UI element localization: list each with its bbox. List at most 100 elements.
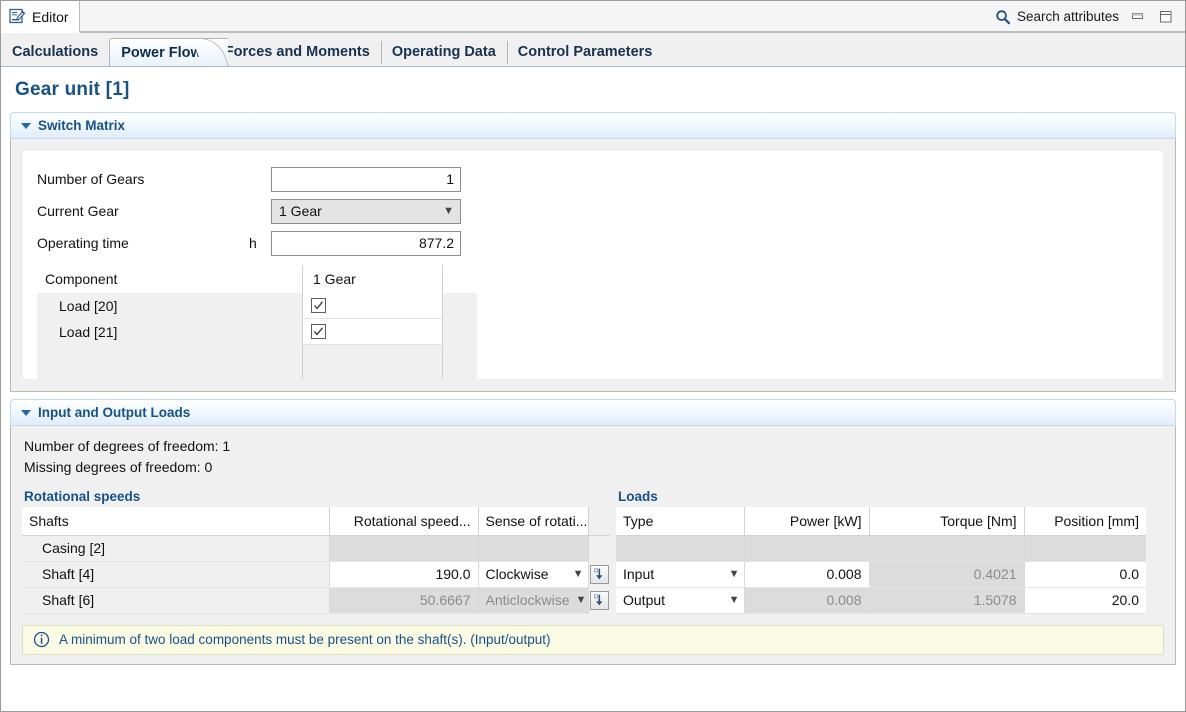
loads-table-wrap: Loads Type Power [kW] Torque [Nm] Positi…: [616, 489, 1146, 614]
table-row[interactable]: Input ▼ 0.008 0.4021 0.0: [616, 561, 1146, 588]
collapse-chevron-down-icon[interactable]: [21, 409, 31, 416]
insert-down-arrow-icon-button[interactable]: [589, 564, 609, 584]
operating-time-label: Operating time: [37, 235, 129, 251]
insert-down-arrow-icon: [594, 594, 603, 606]
power-input[interactable]: 0.008: [744, 561, 870, 588]
minimize-button[interactable]: [1128, 8, 1147, 25]
loads-tables: Rotational speeds Shafts Rotational spee…: [22, 489, 1164, 614]
checkbox-checked-icon[interactable]: [311, 324, 326, 339]
column-header-component[interactable]: Component: [37, 265, 302, 293]
page-title: Gear unit [1]: [15, 79, 130, 100]
info-message-text: A minimum of two load components must be…: [59, 632, 551, 647]
checkbox-checked-icon[interactable]: [311, 298, 326, 313]
degrees-of-freedom-text: Number of degrees of freedom: 1: [24, 438, 231, 454]
shaft-name: Shaft [4]: [22, 561, 330, 588]
minimize-icon: [1132, 13, 1143, 19]
chevron-down-icon: ▼: [443, 204, 454, 217]
column-header-sense-of-rotation[interactable]: Sense of rotati...: [478, 507, 589, 536]
column-header-type[interactable]: Type: [616, 507, 745, 536]
loads-caption: Loads: [618, 489, 658, 504]
row-action-cell: [588, 561, 610, 587]
maximize-button[interactable]: [1156, 8, 1175, 25]
type-cell: [616, 535, 745, 562]
tab-power-flow[interactable]: Power Flow: [109, 38, 228, 66]
number-of-gears-row: Number of Gears 1: [37, 163, 1149, 195]
sense-of-rotation-cell: [478, 535, 589, 562]
tab-label: Operating Data: [391, 44, 496, 60]
rotational-speeds-table: Shafts Rotational speed... Sense of rota…: [22, 507, 610, 614]
torque-cell: 0.4021: [869, 561, 1025, 588]
page-tab-bar: Calculations Power Flow Forces and Momen…: [1, 33, 1185, 67]
loads-table: Type Power [kW] Torque [Nm] Position [mm…: [616, 507, 1146, 614]
input-output-loads-title: Input and Output Loads: [38, 405, 191, 420]
tab-operating-data[interactable]: Operating Data: [380, 38, 507, 66]
row-pad: [442, 319, 477, 345]
rotational-speed-cell: 50.6667: [329, 587, 479, 614]
table-row[interactable]: Load [20]: [37, 293, 477, 319]
editor-content: Gear unit [1] Switch Matrix Number of Ge…: [1, 67, 1185, 711]
chevron-down-icon: ▼: [728, 593, 740, 606]
rotational-speeds-caption: Rotational speeds: [24, 489, 141, 504]
gear-checkbox-cell[interactable]: [302, 319, 442, 345]
current-gear-value: 1 Gear: [279, 203, 322, 219]
column-header-torque[interactable]: Torque [Nm]: [869, 507, 1025, 536]
power-cell: 0.008: [744, 587, 870, 614]
switch-matrix-header[interactable]: Switch Matrix: [10, 112, 1176, 139]
current-gear-label: Current Gear: [37, 203, 119, 219]
table-row[interactable]: Output ▼ 0.008 1.5078 20.0: [616, 587, 1146, 614]
number-of-gears-input[interactable]: 1: [271, 166, 461, 192]
table-row[interactable]: Casing [2]: [22, 535, 610, 562]
sense-of-rotation-select[interactable]: Clockwise ▼: [478, 561, 589, 588]
type-select[interactable]: Input ▼: [616, 561, 745, 588]
shaft-name: Shaft [6]: [22, 587, 330, 614]
input-output-loads-header[interactable]: Input and Output Loads: [10, 399, 1176, 426]
component-name: Load [21]: [59, 324, 118, 340]
shaft-name: Casing [2]: [22, 535, 330, 562]
torque-cell: 1.5078: [869, 587, 1025, 614]
tab-forces-and-moments[interactable]: Forces and Moments: [213, 38, 381, 66]
row-pad: [442, 293, 477, 319]
type-select[interactable]: Output ▼: [616, 587, 745, 614]
tab-control-parameters[interactable]: Control Parameters: [506, 38, 664, 66]
rotational-speed-input[interactable]: 190.0: [329, 561, 479, 588]
column-header-position[interactable]: Position [mm]: [1024, 507, 1146, 536]
tab-label: Power Flow: [121, 44, 202, 61]
column-header-shafts[interactable]: Shafts: [22, 507, 330, 536]
table-header-row: Type Power [kW] Torque [Nm] Position [mm…: [616, 507, 1146, 536]
editor-tab[interactable]: Editor: [1, 1, 80, 33]
missing-degrees-of-freedom-text: Missing degrees of freedom: 0: [24, 459, 213, 475]
row-action-cell: [588, 587, 610, 613]
operating-time-input[interactable]: 877.2: [271, 230, 461, 256]
table-row[interactable]: Shaft [4] 190.0 Clockwise ▼: [22, 561, 610, 588]
maximize-icon: [1160, 10, 1172, 22]
section-input-output-loads: Input and Output Loads Number of degrees…: [10, 399, 1176, 665]
column-header-gear[interactable]: 1 Gear: [302, 265, 442, 293]
search-attributes-button[interactable]: Search attributes: [995, 9, 1119, 25]
section-switch-matrix: Switch Matrix Number of Gears 1 Current …: [10, 112, 1176, 392]
position-input[interactable]: 20.0: [1024, 587, 1146, 614]
collapse-chevron-down-icon[interactable]: [21, 122, 31, 129]
table-row[interactable]: Shaft [6] 50.6667 Anticlockwise ▼: [22, 587, 610, 614]
editor-tab-strip: Editor Search attributes: [1, 1, 1185, 33]
sense-of-rotation-value: Clockwise: [485, 566, 549, 582]
column-header-rotational-speed[interactable]: Rotational speed...: [329, 507, 479, 536]
type-value: Input: [623, 566, 655, 582]
column-header-power[interactable]: Power [kW]: [744, 507, 870, 536]
current-gear-select[interactable]: 1 Gear ▼: [271, 198, 461, 224]
power-cell: [744, 535, 870, 562]
switch-matrix-table-header: Component 1 Gear: [37, 265, 477, 293]
gear-checkbox-cell[interactable]: [302, 293, 442, 319]
operating-time-row: Operating time h 877.2: [37, 227, 1149, 259]
editor-tab-label: Editor: [32, 8, 69, 25]
switch-matrix-table: Component 1 Gear Load [20] Load [21]: [37, 265, 477, 379]
rotational-speeds-table-wrap: Rotational speeds Shafts Rotational spee…: [22, 489, 610, 614]
position-input[interactable]: 0.0: [1024, 561, 1146, 588]
number-of-gears-label: Number of Gears: [37, 171, 145, 187]
component-name: Load [20]: [59, 298, 118, 314]
switch-matrix-inner: Number of Gears 1 Current Gear 1 Gear ▼: [23, 151, 1163, 379]
tab-label: Forces and Moments: [224, 44, 370, 60]
table-row[interactable]: Load [21]: [37, 319, 477, 345]
chevron-down-icon: ▼: [575, 593, 587, 606]
tab-calculations[interactable]: Calculations: [1, 38, 109, 66]
insert-down-arrow-icon-button[interactable]: [589, 590, 609, 610]
